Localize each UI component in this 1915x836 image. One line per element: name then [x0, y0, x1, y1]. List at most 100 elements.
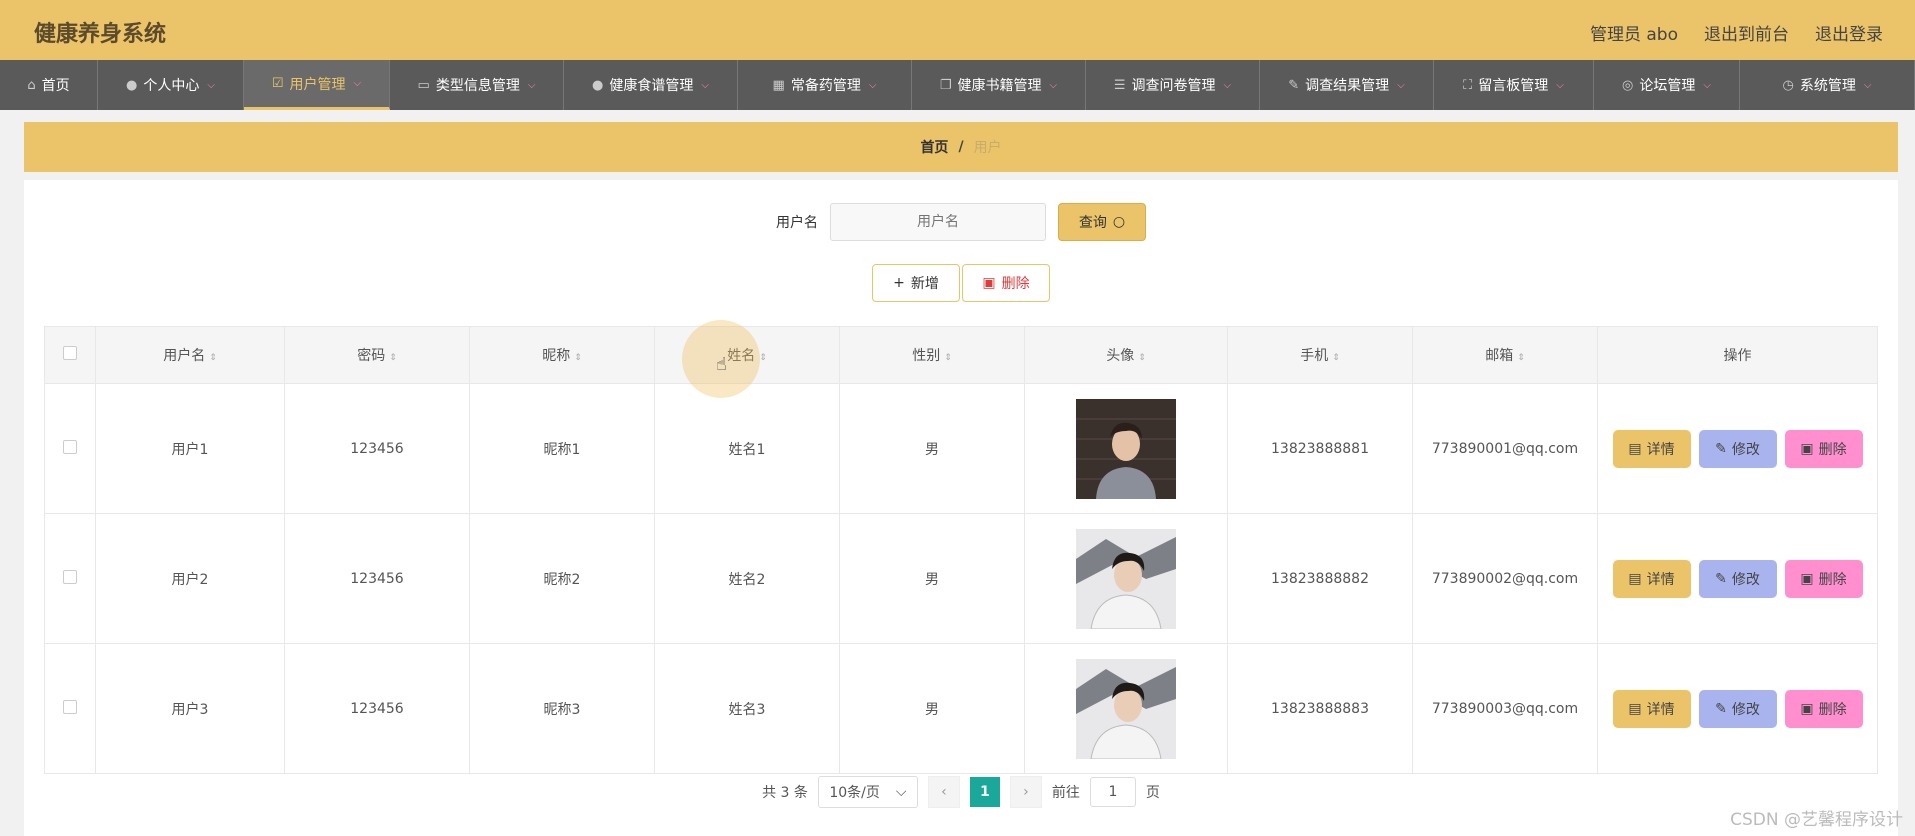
chevron-down-icon: ⌵	[701, 79, 709, 91]
prev-page-button[interactable]: ‹	[927, 776, 960, 808]
col-username[interactable]: 用户名 ⇕	[95, 326, 285, 384]
edit-label: 修改	[1731, 441, 1760, 458]
detail-button[interactable]: ▤ 详情	[1612, 559, 1691, 598]
front-link[interactable]: 退出到前台	[1704, 20, 1789, 45]
clock-icon: ◷	[1782, 77, 1794, 93]
row-checkbox[interactable]	[63, 569, 77, 584]
col-nickname[interactable]: 昵称 ⇕	[469, 326, 655, 384]
col-avatar[interactable]: 头像 ⇕	[1024, 326, 1228, 384]
sort-icon[interactable]: ⇕	[1517, 353, 1525, 363]
table-row: 用户3 123456 昵称3 姓名3 男 13823888883 7738900…	[44, 643, 1878, 774]
edit-button[interactable]: ✎ 修改	[1698, 559, 1777, 598]
nav-item-home[interactable]: ⌂ 首页	[0, 60, 98, 110]
chevron-down-icon: ⌵	[1397, 79, 1405, 91]
delete-button[interactable]: ▣ 删除	[1784, 689, 1863, 728]
delete-button[interactable]: ▣ 删除	[1784, 559, 1863, 598]
detail-label: 详情	[1646, 441, 1675, 458]
phone-cell: 13823888882	[1227, 513, 1413, 644]
page-number-current[interactable]: 1	[969, 777, 1000, 807]
nav-label: 用户管理	[289, 76, 346, 93]
next-page-button[interactable]: ›	[1009, 776, 1042, 808]
header-label: 邮箱	[1485, 348, 1514, 364]
email-cell: 773890001@qq.com	[1412, 383, 1598, 514]
gender-cell: 男	[839, 513, 1025, 644]
sort-icon[interactable]: ⇕	[389, 353, 397, 363]
breadcrumb-separator: /	[958, 139, 964, 155]
trash-icon: ▣	[1800, 700, 1814, 717]
goto-page-input[interactable]: 1	[1089, 777, 1136, 807]
action-bar: + 新增 ▣ 删除	[24, 264, 1898, 304]
sort-icon[interactable]: ⇕	[1332, 353, 1340, 363]
phone-cell: 13823888883	[1227, 643, 1413, 774]
actions-cell: ▤ 详情 ✎ 修改 ▣ 删除	[1597, 643, 1878, 774]
col-password[interactable]: 密码 ⇕	[284, 326, 470, 384]
search-bar: 用户名 查询 ○	[24, 202, 1898, 242]
nav-item-types[interactable]: ▭ 类型信息管理 ⌵	[390, 60, 564, 110]
nickname-cell: 昵称2	[469, 513, 655, 644]
edit-button[interactable]: ✎ 修改	[1698, 429, 1777, 468]
delete-button[interactable]: ▣ 删除	[1784, 429, 1863, 468]
home-icon: ⌂	[27, 77, 36, 93]
breadcrumb-home[interactable]: 首页	[920, 137, 948, 157]
logout-link[interactable]: 退出登录	[1815, 20, 1883, 45]
select-all-checkbox[interactable]	[63, 346, 77, 360]
pencil-icon: ✎	[1715, 570, 1727, 587]
delete-label: 删除	[1001, 276, 1030, 292]
actions-cell: ▤ 详情 ✎ 修改 ▣ 删除	[1597, 513, 1878, 644]
nav-label: 论坛管理	[1639, 78, 1696, 94]
page-size-select[interactable]: 10条/页 ⌵	[817, 776, 918, 808]
chevron-down-icon: ⌵	[1863, 79, 1872, 91]
nav-item-personal[interactable]: ● 个人中心 ⌵	[98, 60, 244, 110]
nav-item-results[interactable]: ✎ 调查结果管理 ⌵	[1260, 60, 1434, 110]
batch-delete-button[interactable]: ▣ 删除	[962, 264, 1050, 302]
query-label: 查询	[1078, 215, 1107, 231]
password-cell: 123456	[284, 643, 470, 774]
header-label: 昵称	[542, 348, 571, 364]
grid-icon: ▦	[772, 77, 785, 93]
sort-icon[interactable]: ⇕	[574, 353, 582, 363]
pen-icon: ✎	[1288, 77, 1300, 93]
nav-item-recipes[interactable]: ● 健康食谱管理 ⌵	[564, 60, 738, 110]
chevron-down-icon: ⌵	[895, 784, 907, 800]
nav-item-messages[interactable]: ⛶ 留言板管理 ⌵	[1434, 60, 1594, 110]
nav-item-users[interactable]: ☑ 用户管理 ⌵	[244, 60, 390, 110]
col-gender[interactable]: 性别 ⇕	[839, 326, 1025, 384]
expand-icon: ⛶	[1463, 77, 1473, 93]
page-size-value: 10条/页	[829, 785, 880, 801]
plus-icon: +	[893, 275, 905, 291]
sort-icon[interactable]: ⇕	[759, 353, 767, 363]
detail-label: 详情	[1646, 701, 1675, 718]
nav-label: 首页	[41, 78, 70, 94]
password-cell: 123456	[284, 513, 470, 644]
username-search-input[interactable]	[830, 203, 1046, 241]
add-label: 新增	[910, 276, 939, 292]
forum-icon: ◎	[1622, 77, 1634, 93]
trash-icon: ▣	[982, 275, 996, 291]
nav-label: 调查问卷管理	[1131, 78, 1216, 94]
edit-icon: ☑	[271, 76, 284, 91]
avatar	[1076, 398, 1176, 499]
sort-icon[interactable]: ⇕	[209, 353, 217, 363]
user-icon: ●	[126, 77, 138, 93]
edit-button[interactable]: ✎ 修改	[1698, 689, 1777, 728]
col-phone[interactable]: 手机 ⇕	[1227, 326, 1413, 384]
sort-icon[interactable]: ⇕	[1138, 353, 1146, 363]
list-icon: ☰	[1113, 77, 1126, 93]
header-label: 手机	[1300, 348, 1329, 364]
add-button[interactable]: + 新增	[872, 264, 960, 302]
col-email[interactable]: 邮箱 ⇕	[1412, 326, 1598, 384]
nav-item-medicine[interactable]: ▦ 常备药管理 ⌵	[738, 60, 912, 110]
nav-item-books[interactable]: ❐ 健康书籍管理 ⌵	[912, 60, 1086, 110]
detail-button[interactable]: ▤ 详情	[1612, 689, 1691, 728]
sort-icon[interactable]: ⇕	[944, 353, 952, 363]
detail-button[interactable]: ▤ 详情	[1612, 429, 1691, 468]
delete-label: 删除	[1818, 441, 1847, 458]
query-button[interactable]: 查询 ○	[1058, 203, 1146, 241]
nav-item-forum[interactable]: ◎ 论坛管理 ⌵	[1594, 60, 1740, 110]
row-checkbox[interactable]	[63, 699, 77, 714]
nav-item-system[interactable]: ◷ 系统管理 ⌵	[1740, 60, 1915, 110]
chevron-down-icon: ⌵	[527, 79, 536, 91]
nav-item-survey[interactable]: ☰ 调查问卷管理 ⌵	[1086, 60, 1260, 110]
row-checkbox[interactable]	[63, 439, 77, 454]
chevron-down-icon: ⌵	[1223, 79, 1232, 91]
